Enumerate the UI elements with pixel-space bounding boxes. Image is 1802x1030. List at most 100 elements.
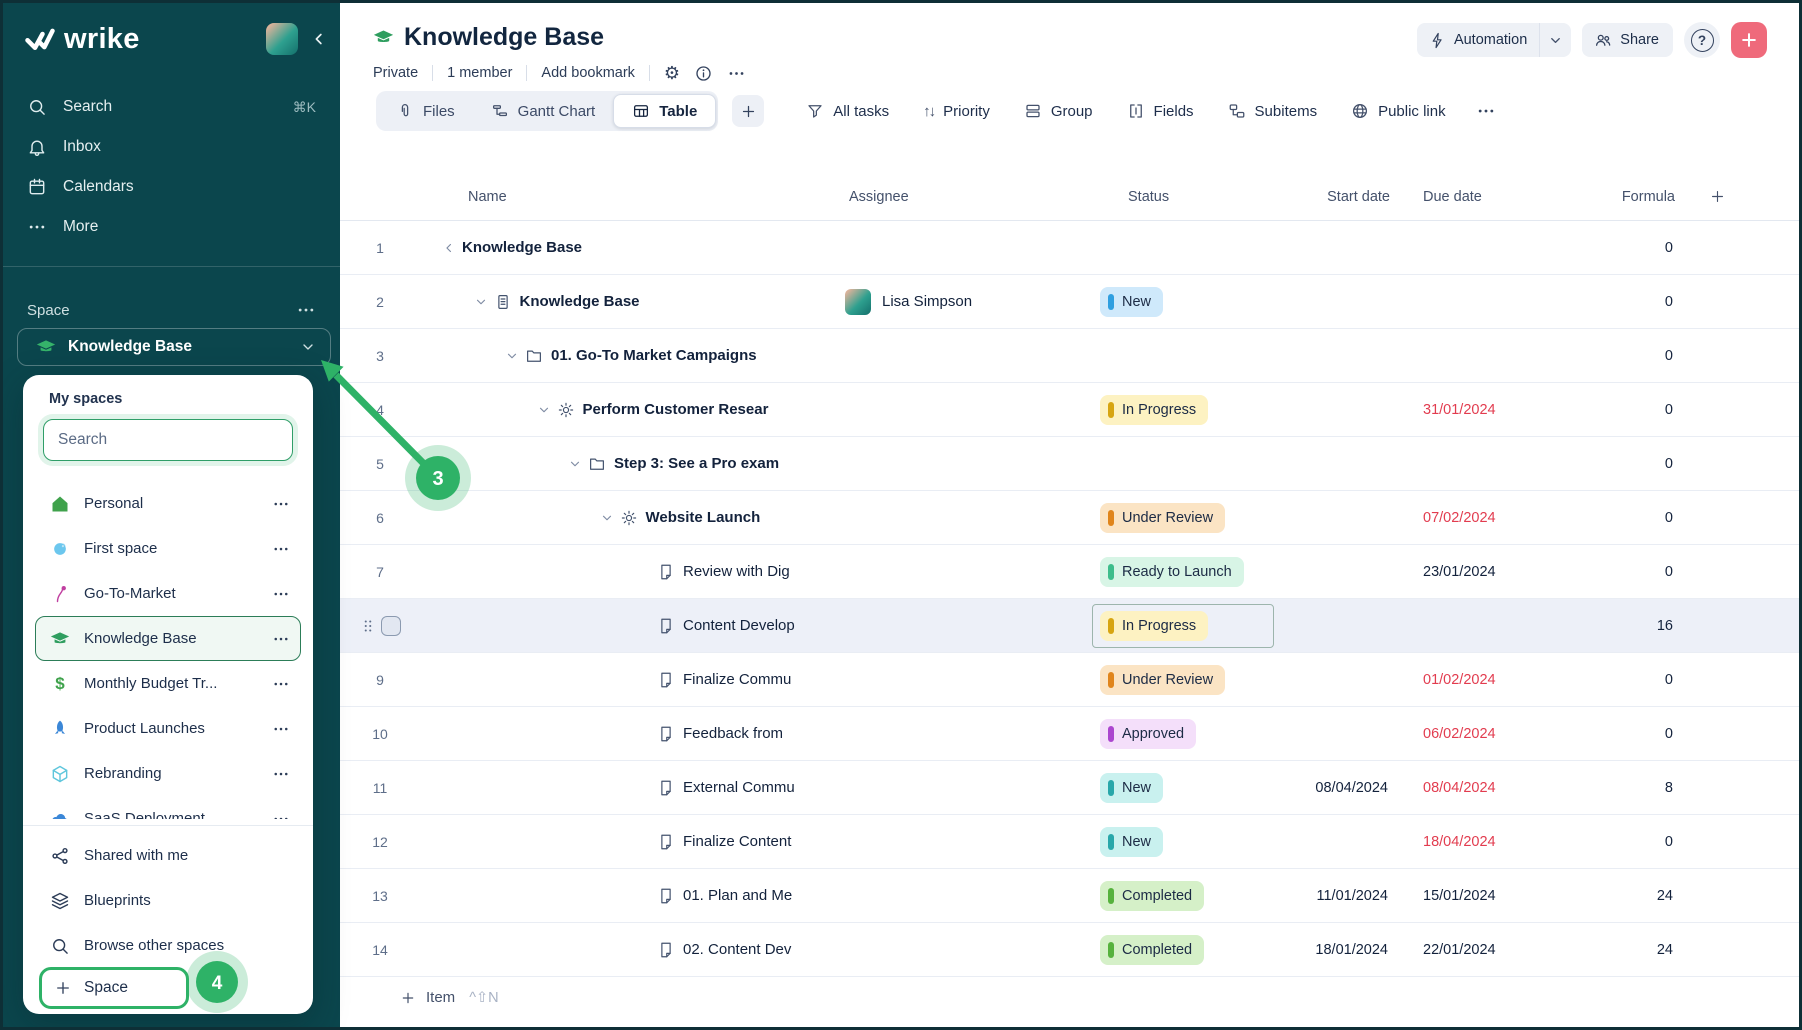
add-view-button[interactable] xyxy=(732,95,765,127)
row-checkbox[interactable] xyxy=(381,615,401,636)
create-button[interactable] xyxy=(1731,22,1767,58)
task-name[interactable]: Knowledge Base xyxy=(462,239,582,256)
view-tab-gantt-chart[interactable]: Gantt Chart xyxy=(473,94,614,128)
space-item-first-space[interactable]: First space xyxy=(35,526,301,571)
due-date[interactable]: 01/02/2024 xyxy=(1393,672,1533,688)
info-button[interactable] xyxy=(694,64,713,83)
sidebar-item-inbox[interactable]: Inbox xyxy=(3,127,340,167)
status-badge[interactable]: Under Review xyxy=(1100,664,1226,695)
due-date[interactable]: 07/02/2024 xyxy=(1393,510,1533,526)
automation-button[interactable]: Automation xyxy=(1416,23,1572,57)
status-badge[interactable]: New xyxy=(1100,826,1164,857)
help-button[interactable]: ? xyxy=(1684,22,1720,58)
task-name[interactable]: Feedback from xyxy=(683,725,783,742)
expand-chevron-icon[interactable] xyxy=(537,403,551,417)
expand-chevron-icon[interactable] xyxy=(505,349,519,363)
space-item-personal[interactable]: Personal xyxy=(35,481,301,526)
due-date[interactable]: 31/01/2024 xyxy=(1393,402,1533,418)
task-name[interactable]: Finalize Commu xyxy=(683,671,791,688)
table-row[interactable]: 6 Website Launch Under Review 07/02/2024 0 xyxy=(340,491,1799,545)
due-date[interactable]: 18/04/2024 xyxy=(1393,834,1533,850)
space-item-options-icon[interactable] xyxy=(272,585,290,603)
dropdown-item-blueprints[interactable]: Blueprints xyxy=(35,878,301,923)
table-row[interactable]: 3 01. Go-To Market Campaigns 0 xyxy=(340,329,1799,383)
task-name[interactable]: 01. Go-To Market Campaigns xyxy=(551,347,757,364)
table-row[interactable]: 2 Knowledge Base Lisa Simpson New 0 xyxy=(340,275,1799,329)
toolbar-fields[interactable]: Fields xyxy=(1127,102,1194,120)
task-name[interactable]: Knowledge Base xyxy=(520,293,640,310)
toolbar-public-link[interactable]: Public link xyxy=(1351,102,1446,120)
column-header-due-date[interactable]: Due date xyxy=(1393,189,1533,205)
task-name[interactable]: Step 3: See a Pro exam xyxy=(614,455,779,472)
dropdown-item-shared-with-me[interactable]: Shared with me xyxy=(35,833,301,878)
table-row[interactable]: 14 02. Content Dev Completed 18/01/2024 22/0… xyxy=(340,923,1799,977)
drag-handle[interactable] xyxy=(359,616,377,634)
space-options-icon[interactable] xyxy=(296,300,316,320)
task-name[interactable]: External Commu xyxy=(683,779,795,796)
space-item-options-icon[interactable] xyxy=(272,540,290,558)
status-badge[interactable]: Approved xyxy=(1100,718,1197,749)
column-header-status[interactable]: Status xyxy=(1085,189,1283,205)
due-date[interactable]: 22/01/2024 xyxy=(1393,942,1533,958)
task-name[interactable]: Perform Customer Resear xyxy=(583,401,769,418)
space-item-product-launches[interactable]: Product Launches xyxy=(35,706,301,751)
task-name[interactable]: Website Launch xyxy=(646,509,761,526)
space-item-rebranding[interactable]: Rebranding xyxy=(35,751,301,796)
table-row[interactable]: 4 Perform Customer Resear In Progress 31/01… xyxy=(340,383,1799,437)
space-item-go-to-market[interactable]: Go-To-Market xyxy=(35,571,301,616)
space-item-options-icon[interactable] xyxy=(272,765,290,783)
collapse-chevron-icon[interactable] xyxy=(442,241,456,255)
column-header-start-date[interactable]: Start date xyxy=(1283,189,1393,205)
status-badge[interactable]: Completed xyxy=(1100,880,1205,911)
space-item-knowledge-base[interactable]: Knowledge Base xyxy=(35,616,301,661)
assignee-avatar[interactable] xyxy=(845,288,871,315)
sidebar-item-search[interactable]: Search ⌘K xyxy=(3,87,340,127)
table-row[interactable]: 13 01. Plan and Me Completed 11/01/2024 15/0… xyxy=(340,869,1799,923)
toolbar-all-tasks[interactable]: All tasks xyxy=(806,102,889,120)
add-space-button[interactable]: Space xyxy=(39,967,189,1009)
task-name[interactable]: Content Develop xyxy=(683,617,795,634)
table-row[interactable]: 9 Finalize Commu Under Review 01/02/2024 0 xyxy=(340,653,1799,707)
status-badge[interactable]: New xyxy=(1100,772,1164,803)
toolbar-group[interactable]: Group xyxy=(1024,102,1093,120)
more-options-icon[interactable] xyxy=(727,64,746,83)
status-badge[interactable]: Under Review xyxy=(1100,502,1226,533)
toolbar-priority[interactable]: ↑↓ Priority xyxy=(923,103,990,120)
share-button[interactable]: Share xyxy=(1582,23,1673,57)
task-name[interactable]: Finalize Content xyxy=(683,833,791,850)
toolbar-more-icon[interactable] xyxy=(1476,101,1496,121)
settings-button[interactable]: ⚙ xyxy=(664,63,680,84)
space-item-monthly-budget-tr[interactable]: $ Monthly Budget Tr... xyxy=(35,661,301,706)
space-item-options-icon[interactable] xyxy=(272,495,290,513)
due-date[interactable]: 23/01/2024 xyxy=(1393,564,1533,580)
due-date[interactable]: 15/01/2024 xyxy=(1393,888,1533,904)
space-item-options-icon[interactable] xyxy=(272,810,290,819)
view-tab-files[interactable]: Files xyxy=(378,94,473,128)
table-row[interactable]: 1 Knowledge Base 0 xyxy=(340,221,1799,275)
start-date[interactable]: 08/04/2024 xyxy=(1283,780,1393,796)
selected-status-cell[interactable]: In Progress xyxy=(1092,603,1274,648)
add-item-row[interactable]: Item ^⇧N xyxy=(340,977,1799,1018)
task-name[interactable]: 02. Content Dev xyxy=(683,941,791,958)
table-row[interactable]: 7 Review with Dig Ready to Launch 23/01/202… xyxy=(340,545,1799,599)
space-item-options-icon[interactable] xyxy=(272,675,290,693)
due-date[interactable]: 08/04/2024 xyxy=(1393,780,1533,796)
toolbar-subitems[interactable]: Subitems xyxy=(1228,102,1317,120)
sidebar-item-calendars[interactable]: Calendars xyxy=(3,167,340,207)
add-column-button[interactable] xyxy=(1683,188,1799,205)
expand-chevron-icon[interactable] xyxy=(600,511,614,525)
column-header-name[interactable]: Name xyxy=(420,189,830,205)
column-header-assignee[interactable]: Assignee xyxy=(830,189,1085,205)
space-item-saas-deployment[interactable]: SaaS Deployment xyxy=(35,796,301,819)
sidebar-item-more[interactable]: More xyxy=(3,207,340,247)
space-item-options-icon[interactable] xyxy=(272,720,290,738)
space-selector[interactable]: Knowledge Base xyxy=(17,328,331,366)
status-badge[interactable]: Completed xyxy=(1100,934,1205,965)
meta-1-member[interactable]: 1 member xyxy=(447,65,512,81)
view-tab-table[interactable]: Table xyxy=(613,94,717,128)
status-badge[interactable]: In Progress xyxy=(1100,610,1209,641)
meta-private[interactable]: Private xyxy=(373,65,418,81)
expand-chevron-icon[interactable] xyxy=(568,457,582,471)
task-name[interactable]: Review with Dig xyxy=(683,563,790,580)
collapse-sidebar-icon[interactable] xyxy=(310,30,328,48)
